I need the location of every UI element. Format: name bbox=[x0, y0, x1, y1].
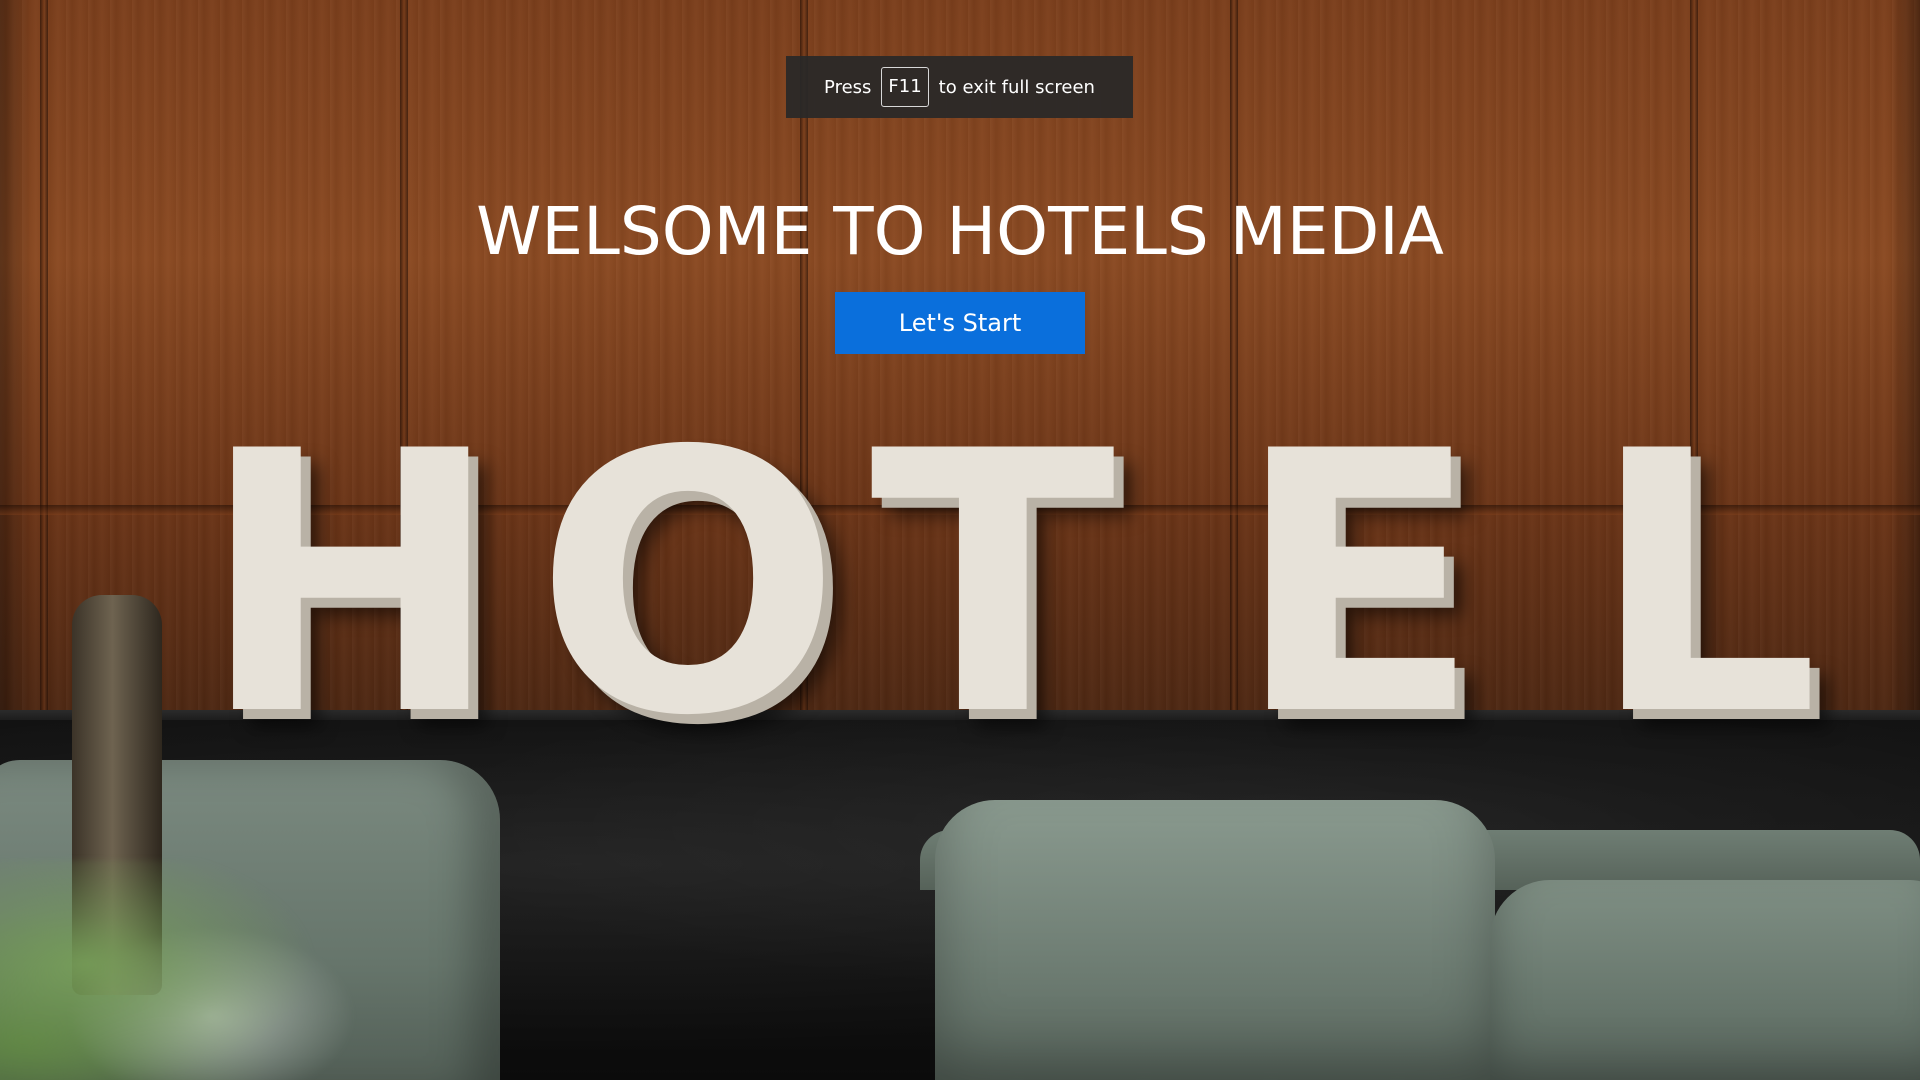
sign-letter: T bbox=[870, 375, 1116, 794]
fullscreen-exit-notice: Press F11 to exit full screen bbox=[786, 56, 1133, 118]
lets-start-button[interactable]: Let's Start bbox=[835, 292, 1085, 354]
sofa-cushion bbox=[1490, 880, 1920, 1080]
notice-suffix: to exit full screen bbox=[938, 76, 1095, 98]
sofa-cushion bbox=[935, 800, 1495, 1080]
sign-letter: L bbox=[1590, 375, 1820, 794]
sign-letter: E bbox=[1235, 375, 1481, 794]
sign-letter: H bbox=[200, 375, 502, 794]
wall-panel-seam bbox=[40, 0, 48, 740]
page-title: WELSOME TO HOTELS MEDIA bbox=[476, 193, 1444, 270]
sign-letter: O bbox=[535, 375, 842, 794]
notice-prefix: Press bbox=[824, 76, 872, 98]
background-photo: H O T E L bbox=[0, 0, 1920, 1080]
plant bbox=[0, 860, 380, 1080]
f11-key-badge: F11 bbox=[881, 67, 929, 107]
